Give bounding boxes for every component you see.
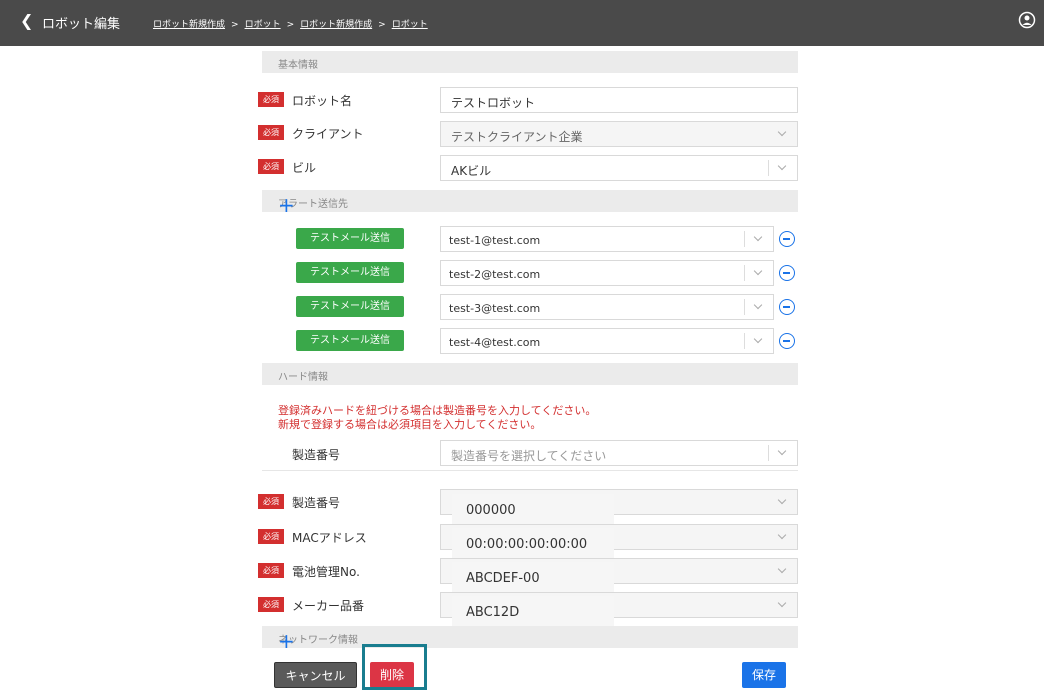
email-value: test-2@test.com [449,268,541,281]
test-mail-button[interactable]: テストメール送信 [296,228,404,249]
building-select[interactable]: AKビル [440,155,798,181]
add-network-icon[interactable]: + [278,631,780,651]
client-label: クライアント [292,127,364,141]
email-value: test-3@test.com [449,302,541,315]
divider [262,470,798,471]
section-title: ハード情報 [278,372,328,383]
chevron-down-icon [744,231,773,247]
remove-email-icon[interactable] [779,333,795,349]
remove-email-icon[interactable] [779,231,795,247]
email-select[interactable]: test-3@test.com [440,294,774,320]
maker-value: ABC12D [466,605,520,620]
battery-value: ABCDEF-00 [466,571,540,586]
remove-email-icon[interactable] [779,265,795,281]
remove-email-icon[interactable] [779,299,795,315]
building-value: AKビル [451,164,492,178]
email-select[interactable]: test-2@test.com [440,260,774,286]
breadcrumb-separator: > [286,20,295,30]
chevron-down-icon [769,529,797,545]
battery-option[interactable]: ABCDEF-00 [452,562,614,592]
client-value: テストクライアント企業 [451,130,583,144]
email-select[interactable]: test-1@test.com [440,226,774,252]
email-value: test-1@test.com [449,234,541,247]
add-alert-icon[interactable]: + [278,195,780,215]
breadcrumb-separator: > [378,20,386,30]
robot-name-value: テストロボット [451,96,536,110]
chevron-down-icon [769,494,797,510]
highlight-box [362,644,427,690]
robot-name-label: ロボット名 [292,94,353,108]
cancel-button[interactable]: キャンセル [274,662,357,688]
required-badge: 必須 [258,92,284,107]
test-mail-button[interactable]: テストメール送信 [296,262,404,283]
serial-select[interactable]: 製造番号を選択してください [440,440,798,466]
section-alert: アラート送信先 + [262,190,798,215]
breadcrumb-item[interactable]: ロボット [392,20,428,30]
serial-select-placeholder: 製造番号を選択してください [451,449,607,463]
serial-label: 製造番号 [292,496,341,510]
mac-option[interactable]: 00:00:00:00:00:00 [452,528,614,558]
section-hardware: ハード情報 [262,363,798,385]
chevron-down-icon [744,299,773,315]
breadcrumb: ロボット新規作成 > ロボット > ロボット新規作成 > ロボット [153,17,428,30]
test-mail-button[interactable]: テストメール送信 [296,330,404,351]
breadcrumb-separator: > [231,20,239,30]
chevron-down-icon [769,597,797,613]
chevron-left-icon[interactable]: ❮ [20,11,33,30]
building-label: ビル [292,161,317,175]
test-mail-button[interactable]: テストメール送信 [296,296,404,317]
section-network: ネットワーク情報 + [262,626,798,651]
hardware-note-line2: 新規で登録する場合は必須項目を入力してください。 [278,418,542,431]
email-select[interactable]: test-4@test.com [440,328,774,354]
chevron-down-icon [769,126,797,142]
section-basic-info: 基本情報 [262,51,798,73]
required-badge: 必須 [258,597,284,612]
required-badge: 必須 [258,125,284,140]
chevron-down-icon [744,265,773,281]
mac-label: MACアドレス [292,531,367,545]
serial-select-label: 製造番号 [292,448,341,462]
serial-option[interactable]: 000000 [452,494,614,524]
chevron-down-icon [769,563,797,579]
save-button[interactable]: 保存 [742,662,786,688]
user-circle-icon[interactable] [1018,11,1036,33]
required-badge: 必須 [258,159,284,174]
required-badge: 必須 [258,563,284,578]
breadcrumb-item[interactable]: ロボット新規作成 [153,20,225,30]
breadcrumb-item[interactable]: ロボット [245,20,281,30]
email-value: test-4@test.com [449,336,541,349]
robot-name-input[interactable]: テストロボット [440,87,798,113]
mac-value: 00:00:00:00:00:00 [466,537,588,552]
page-title: ロボット編集 [42,17,121,32]
client-select[interactable]: テストクライアント企業 [440,121,798,147]
chevron-down-icon [768,445,797,461]
required-badge: 必須 [258,494,284,509]
serial-value: 000000 [466,503,516,518]
section-title: 基本情報 [278,60,318,71]
chevron-down-icon [768,160,797,176]
maker-label: メーカー品番 [292,599,365,613]
battery-label: 電池管理No. [292,565,360,579]
maker-option[interactable]: ABC12D [452,596,614,626]
chevron-down-icon [744,333,773,349]
required-badge: 必須 [258,529,284,544]
breadcrumb-item[interactable]: ロボット新規作成 [300,20,372,30]
top-bar: ❮ ロボット編集 ロボット新規作成 > ロボット > ロボット新規作成 > ロボット [0,0,1044,46]
